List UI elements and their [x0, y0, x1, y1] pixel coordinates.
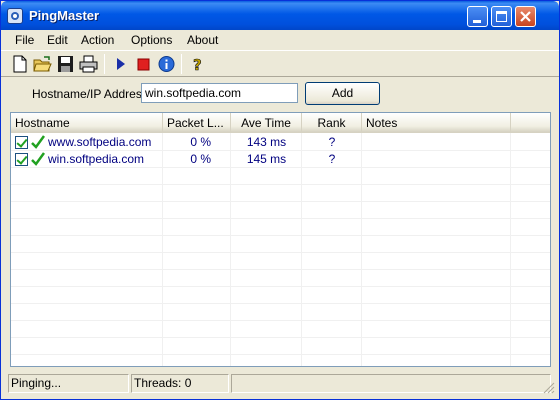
cell-notes — [366, 151, 506, 168]
toolbar: ? — [1, 50, 559, 77]
table-header: Hostname Packet L... Ave Time Rank Notes — [11, 113, 550, 133]
toolbar-separator — [104, 54, 105, 74]
toolbar-separator — [181, 54, 182, 74]
menu-options[interactable]: Options — [129, 32, 174, 48]
cell-packet-loss: 0 % — [190, 152, 211, 166]
status-text: Pinging... — [8, 374, 129, 393]
add-button[interactable]: Add — [305, 82, 380, 105]
empty-row — [11, 253, 550, 270]
hostname-input[interactable] — [141, 83, 298, 103]
new-icon — [13, 55, 27, 73]
empty-row — [11, 338, 550, 355]
cell-packet-loss: 0 % — [190, 135, 211, 149]
cell-notes — [366, 134, 506, 151]
cell-ave-time: 145 ms — [246, 152, 287, 166]
table-row[interactable]: www.softpedia.com 0 % 143 ms ? — [11, 134, 550, 151]
menu-action[interactable]: Action — [79, 32, 116, 48]
column-header-ave-time[interactable]: Ave Time — [231, 113, 302, 133]
column-header-notes[interactable]: Notes — [362, 113, 511, 133]
empty-row — [11, 287, 550, 304]
status-extra — [231, 374, 551, 393]
minimize-icon — [473, 20, 481, 23]
window-title: PingMaster — [29, 8, 100, 23]
empty-row — [11, 202, 550, 219]
close-icon — [520, 11, 531, 22]
empty-row — [11, 168, 550, 185]
row-checkbox[interactable] — [15, 136, 28, 149]
empty-row — [11, 219, 550, 236]
table-row[interactable]: win.softpedia.com 0 % 145 ms ? — [11, 151, 550, 168]
info-button[interactable] — [156, 54, 177, 74]
minimize-button[interactable] — [467, 6, 488, 27]
start-button[interactable] — [110, 54, 131, 74]
empty-row — [11, 185, 550, 202]
title-bar[interactable]: PingMaster — [1, 1, 559, 30]
cell-hostname: www.softpedia.com — [48, 135, 152, 149]
play-icon — [117, 58, 125, 70]
cell-rank: ? — [328, 135, 336, 149]
status-bar: Pinging... Threads: 0 — [1, 373, 559, 399]
new-button[interactable] — [9, 54, 30, 74]
resize-grip-icon[interactable] — [543, 382, 555, 394]
app-icon — [7, 8, 23, 24]
check-icon — [31, 152, 46, 166]
column-header-hostname[interactable]: Hostname — [11, 113, 163, 133]
stop-icon — [137, 58, 150, 71]
help-icon: ? — [193, 56, 202, 75]
row-checkbox[interactable] — [15, 153, 28, 166]
empty-row — [11, 270, 550, 287]
close-button[interactable] — [515, 6, 536, 27]
menu-bar: File Edit Action Options About — [1, 30, 559, 50]
hostname-label: Hostname/IP Address: — [32, 87, 152, 101]
cell-ave-time: 143 ms — [246, 135, 287, 149]
column-header-rank[interactable]: Rank — [302, 113, 362, 133]
empty-row — [11, 321, 550, 338]
help-button[interactable]: ? — [187, 54, 208, 75]
menu-file[interactable]: File — [13, 32, 36, 48]
stop-button[interactable] — [133, 54, 154, 74]
menu-edit[interactable]: Edit — [45, 32, 70, 48]
save-icon — [58, 56, 73, 72]
print-button[interactable] — [78, 54, 99, 74]
menu-about[interactable]: About — [185, 32, 220, 48]
save-button[interactable] — [55, 54, 76, 74]
maximize-icon — [496, 11, 507, 22]
cell-rank: ? — [328, 152, 336, 166]
empty-row — [11, 236, 550, 253]
print-icon — [79, 55, 98, 73]
hosts-table[interactable]: Hostname Packet L... Ave Time Rank Notes… — [10, 112, 551, 367]
check-icon — [31, 135, 46, 149]
threads-count: Threads: 0 — [131, 374, 229, 393]
info-icon — [158, 56, 175, 72]
open-icon — [33, 56, 52, 72]
cell-hostname: win.softpedia.com — [48, 152, 145, 166]
column-header-packet-loss[interactable]: Packet L... — [163, 113, 231, 133]
svg-text:?: ? — [193, 56, 202, 74]
app-window: PingMaster File Edit Action Options Abou… — [0, 0, 560, 400]
open-button[interactable] — [32, 54, 53, 74]
empty-row — [11, 304, 550, 321]
maximize-button[interactable] — [491, 6, 512, 27]
